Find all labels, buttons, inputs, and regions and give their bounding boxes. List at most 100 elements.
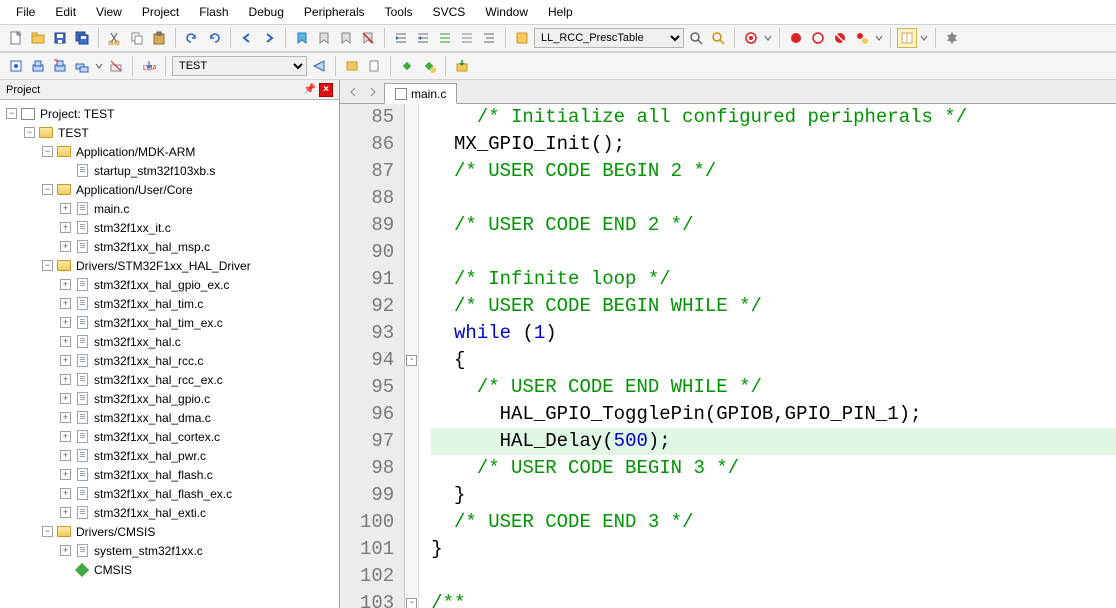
tree-file[interactable]: startup_stm32f103xb.s — [0, 161, 339, 180]
menu-tools[interactable]: Tools — [375, 2, 423, 22]
uncomment-icon[interactable] — [457, 28, 477, 48]
save-icon[interactable] — [50, 28, 70, 48]
rebuild-icon[interactable] — [50, 56, 70, 76]
tree-group[interactable]: −Application/MDK-ARM — [0, 142, 339, 161]
chevron-down-icon[interactable] — [94, 56, 104, 76]
editor-tab-bar: main.c — [340, 80, 1116, 104]
tree-file[interactable]: +stm32f1xx_hal_msp.c — [0, 237, 339, 256]
find-files-icon[interactable] — [708, 28, 728, 48]
fold-column[interactable]: -- — [405, 104, 419, 608]
pack-installer-icon[interactable] — [452, 56, 472, 76]
select-packs-icon[interactable] — [419, 56, 439, 76]
tree-group[interactable]: −Drivers/STM32F1xx_HAL_Driver — [0, 256, 339, 275]
tree-file[interactable]: +stm32f1xx_hal_rcc_ex.c — [0, 370, 339, 389]
build-toolbar: LOAD TEST — [0, 52, 1116, 80]
breakpoint-window-icon[interactable] — [852, 28, 872, 48]
paste-icon[interactable] — [149, 28, 169, 48]
bookmark-prev-icon[interactable] — [314, 28, 334, 48]
tree-file[interactable]: +stm32f1xx_hal_tim_ex.c — [0, 313, 339, 332]
save-all-icon[interactable] — [72, 28, 92, 48]
translate-icon[interactable] — [6, 56, 26, 76]
tree-component[interactable]: CMSIS — [0, 560, 339, 579]
tree-file[interactable]: +stm32f1xx_hal_tim.c — [0, 294, 339, 313]
tree-group[interactable]: −Application/User/Core — [0, 180, 339, 199]
tree-file[interactable]: +stm32f1xx_hal_flash.c — [0, 465, 339, 484]
build-icon[interactable] — [28, 56, 48, 76]
tree-group[interactable]: −Drivers/CMSIS — [0, 522, 339, 541]
tree-file[interactable]: +stm32f1xx_hal_dma.c — [0, 408, 339, 427]
configure-icon[interactable] — [942, 28, 962, 48]
indent-icon[interactable] — [391, 28, 411, 48]
menu-edit[interactable]: Edit — [45, 2, 86, 22]
breakpoint-killall-icon[interactable] — [830, 28, 850, 48]
tab-nav-back-icon[interactable] — [344, 83, 362, 101]
fold-toggle-icon[interactable]: - — [406, 355, 417, 366]
breakpoint-insert-icon[interactable] — [786, 28, 806, 48]
breakpoint-disable-icon[interactable] — [808, 28, 828, 48]
function-list-icon[interactable] — [512, 28, 532, 48]
tab-nav-fwd-icon[interactable] — [364, 83, 382, 101]
chevron-down-icon[interactable] — [919, 28, 929, 48]
download-icon[interactable]: LOAD — [139, 56, 159, 76]
comment-icon[interactable] — [435, 28, 455, 48]
chevron-down-icon[interactable] — [763, 28, 773, 48]
tree-file[interactable]: +stm32f1xx_hal_gpio_ex.c — [0, 275, 339, 294]
code-editor[interactable]: 8586878889909192939495969798991001011021… — [340, 104, 1116, 608]
menu-help[interactable]: Help — [538, 2, 583, 22]
tree-file[interactable]: +stm32f1xx_hal_exti.c — [0, 503, 339, 522]
redo-icon[interactable] — [204, 28, 224, 48]
tree-file[interactable]: +stm32f1xx_hal_rcc.c — [0, 351, 339, 370]
tree-file[interactable]: +stm32f1xx_hal_cortex.c — [0, 427, 339, 446]
debug-start-icon[interactable] — [741, 28, 761, 48]
tree-file[interactable]: +stm32f1xx_hal_flash_ex.c — [0, 484, 339, 503]
code-content[interactable]: /* Initialize all configured peripherals… — [419, 104, 1116, 608]
close-icon[interactable]: × — [319, 83, 333, 97]
symbol-combo[interactable]: LL_RCC_PrescTable — [534, 28, 684, 48]
target-combo[interactable]: TEST — [172, 56, 307, 76]
copy-icon[interactable] — [127, 28, 147, 48]
cut-icon[interactable] — [105, 28, 125, 48]
fold-toggle-icon[interactable]: - — [406, 598, 417, 608]
menu-view[interactable]: View — [86, 2, 132, 22]
open-icon[interactable] — [28, 28, 48, 48]
file-tab-main-c[interactable]: main.c — [384, 83, 457, 104]
menu-window[interactable]: Window — [475, 2, 538, 22]
tree-target[interactable]: −TEST — [0, 123, 339, 142]
tree-file[interactable]: +stm32f1xx_hal.c — [0, 332, 339, 351]
format-icon[interactable] — [479, 28, 499, 48]
menu-flash[interactable]: Flash — [189, 2, 238, 22]
project-tree[interactable]: −Project: TEST−TEST−Application/MDK-ARMs… — [0, 100, 339, 608]
bookmark-clear-icon[interactable] — [358, 28, 378, 48]
tree-file[interactable]: +stm32f1xx_hal_gpio.c — [0, 389, 339, 408]
tree-project-root[interactable]: −Project: TEST — [0, 104, 339, 123]
nav-forward-icon[interactable] — [259, 28, 279, 48]
tree-file[interactable]: +stm32f1xx_it.c — [0, 218, 339, 237]
find-icon[interactable] — [686, 28, 706, 48]
bookmark-next-icon[interactable] — [336, 28, 356, 48]
menu-project[interactable]: Project — [132, 2, 189, 22]
tree-file[interactable]: +system_stm32f1xx.c — [0, 541, 339, 560]
menu-svcs[interactable]: SVCS — [423, 2, 476, 22]
manage-rte-icon[interactable] — [397, 56, 417, 76]
pin-icon[interactable]: 📌 — [303, 83, 317, 97]
tree-file[interactable]: +stm32f1xx_hal_pwr.c — [0, 446, 339, 465]
menu-file[interactable]: File — [6, 2, 45, 22]
stop-build-icon[interactable] — [106, 56, 126, 76]
nav-back-icon[interactable] — [237, 28, 257, 48]
window-layout-icon[interactable] — [897, 28, 917, 48]
undo-icon[interactable] — [182, 28, 202, 48]
bookmark-toggle-icon[interactable] — [292, 28, 312, 48]
tree-file[interactable]: +main.c — [0, 199, 339, 218]
chevron-down-icon[interactable] — [874, 28, 884, 48]
menu-bar: FileEditViewProjectFlashDebugPeripherals… — [0, 0, 1116, 24]
target-options-icon[interactable] — [309, 56, 329, 76]
menu-peripherals[interactable]: Peripherals — [294, 2, 375, 22]
menu-debug[interactable]: Debug — [239, 2, 294, 22]
manage-project-icon[interactable] — [342, 56, 362, 76]
outdent-icon[interactable] — [413, 28, 433, 48]
batch-build-icon[interactable] — [72, 56, 92, 76]
project-panel: Project 📌 × −Project: TEST−TEST−Applicat… — [0, 80, 340, 608]
new-file-icon[interactable] — [6, 28, 26, 48]
file-ext-icon[interactable] — [364, 56, 384, 76]
editor-area: main.c 858687888990919293949596979899100… — [340, 80, 1116, 608]
